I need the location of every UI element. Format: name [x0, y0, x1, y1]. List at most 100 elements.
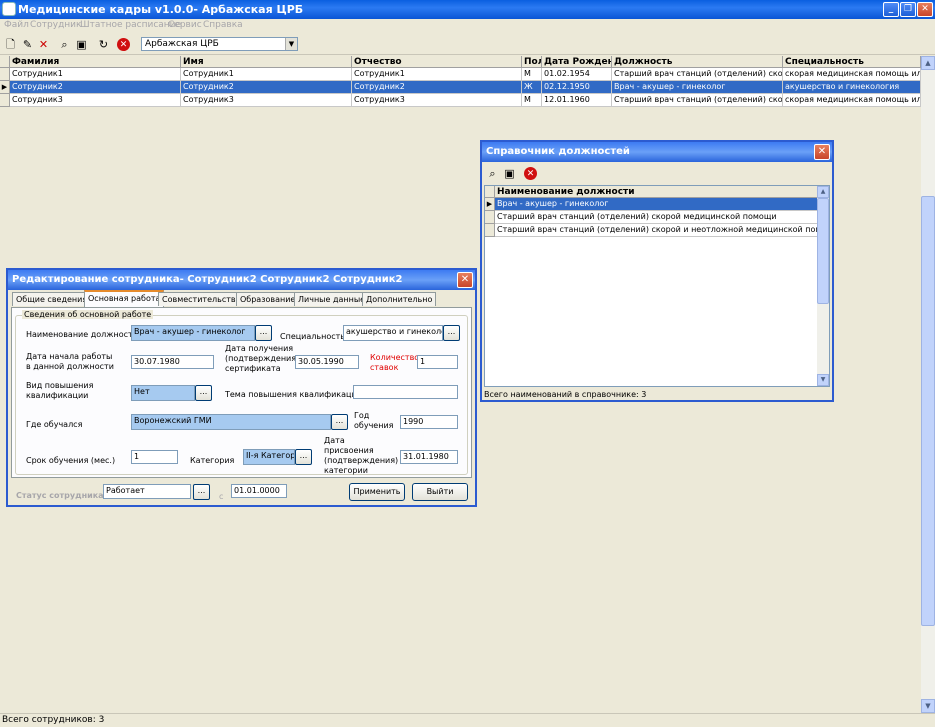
table-cell[interactable]: Старший врач станций (отделений) скорой …	[612, 68, 783, 81]
cert-date-field[interactable]: 30.05.1990	[295, 355, 359, 369]
since-field[interactable]: 01.01.0000	[231, 484, 287, 498]
edit-doc-icon[interactable]: ✎	[19, 36, 36, 53]
column-header[interactable]: Отчество	[352, 56, 522, 68]
table-cell[interactable]: М	[522, 68, 542, 81]
table-cell[interactable]: Сотрудник3	[10, 94, 181, 107]
scroll-up-icon[interactable]: ▲	[921, 56, 935, 70]
search-icon[interactable]: ⌕	[484, 165, 501, 182]
table-cell[interactable]: скорая медицинская помощь или	[783, 94, 921, 107]
specialty-lookup-button[interactable]: ...	[443, 325, 460, 341]
menu-file[interactable]: Файл	[4, 20, 29, 30]
table-cell[interactable]: Старший врач станций (отделений) скорой …	[612, 94, 783, 107]
scroll-up-icon[interactable]: ▲	[817, 186, 829, 198]
filter-icon[interactable]: ▣	[501, 165, 518, 182]
stop-icon[interactable]: ✕	[117, 38, 130, 51]
grid-scrollbar[interactable]: ▲ ▼	[921, 56, 935, 713]
row-indicator[interactable]	[485, 211, 495, 224]
close-icon[interactable]: ✕	[917, 2, 933, 17]
table-cell[interactable]: Сотрудник2	[352, 81, 522, 94]
tab-part-time[interactable]: Совместительство	[158, 292, 245, 306]
specialty-label: Специальность	[280, 332, 346, 341]
row-pointer-icon[interactable]: ▶	[485, 198, 495, 211]
column-header[interactable]: Пол	[522, 56, 542, 68]
column-header[interactable]: Дата Рождения	[542, 56, 612, 68]
table-cell[interactable]: М	[522, 94, 542, 107]
study-term-field[interactable]: 1	[131, 450, 178, 464]
delete-icon[interactable]: ✕	[35, 36, 52, 53]
qual-type-field[interactable]: Нет	[131, 385, 195, 401]
category-lookup-button[interactable]: ...	[295, 449, 312, 465]
table-cell[interactable]: скорая медицинская помощь или	[783, 68, 921, 81]
column-header[interactable]: Наименование должности	[495, 186, 819, 198]
qual-type-lookup-button[interactable]: ...	[195, 385, 212, 401]
list-item[interactable]: Старший врач станций (отделений) скорой …	[495, 224, 819, 237]
minimize-icon[interactable]: _	[883, 2, 899, 17]
list-scrollbar[interactable]: ▲ ▼	[817, 186, 829, 386]
table-cell[interactable]: Сотрудник2	[10, 81, 181, 94]
table-cell[interactable]: Сотрудник3	[181, 94, 352, 107]
post-label: Наименование должности	[26, 330, 138, 339]
tab-general[interactable]: Общие сведения	[12, 292, 92, 306]
new-doc-icon[interactable]: 🗋	[2, 36, 19, 53]
restore-icon[interactable]: ❐	[900, 2, 916, 17]
table-cell[interactable]: Сотрудник2	[181, 81, 352, 94]
table-cell[interactable]: Ж	[522, 81, 542, 94]
row-indicator[interactable]	[0, 68, 10, 81]
column-header[interactable]: Специальность	[783, 56, 921, 68]
column-header[interactable]: Фамилия	[10, 56, 181, 68]
exit-button[interactable]: Выйти	[412, 483, 468, 501]
column-header[interactable]: Должность	[612, 56, 783, 68]
row-pointer-icon[interactable]: ▶	[0, 81, 10, 94]
table-cell[interactable]: акушерство и гинекология	[783, 81, 921, 94]
table-cell[interactable]: 02.12.1950	[542, 81, 612, 94]
refresh-icon[interactable]: ↻	[95, 36, 112, 53]
filter-icon[interactable]: ▣	[73, 36, 90, 53]
menu-service[interactable]: Сервис	[168, 20, 202, 30]
close-icon[interactable]: ✕	[814, 144, 830, 160]
menu-staffing[interactable]: Штатное расписание	[80, 20, 181, 30]
post-lookup-button[interactable]: ...	[255, 325, 272, 341]
list-item[interactable]: Старший врач станций (отделений) скорой …	[495, 211, 819, 224]
tab-additional[interactable]: Дополнительно	[362, 292, 437, 306]
table-cell[interactable]: 12.01.1960	[542, 94, 612, 107]
scroll-down-icon[interactable]: ▼	[817, 374, 829, 386]
column-header[interactable]: Имя	[181, 56, 352, 68]
study-year-field[interactable]: 1990	[400, 415, 458, 429]
organization-select[interactable]: Арбажская ЦРБ ▼	[141, 37, 298, 51]
status-field[interactable]: Работает	[103, 484, 191, 499]
studied-field[interactable]: Воронежский ГМИ	[131, 414, 331, 430]
scroll-thumb[interactable]	[817, 198, 829, 304]
list-item[interactable]: Врач - акушер - гинеколог	[495, 198, 819, 211]
table-cell[interactable]: Сотрудник1	[181, 68, 352, 81]
scroll-down-icon[interactable]: ▼	[921, 699, 935, 713]
row-indicator[interactable]	[485, 224, 495, 237]
close-icon[interactable]: ✕	[457, 272, 473, 288]
menu-employee[interactable]: Сотрудник	[30, 20, 81, 30]
rates-field[interactable]: 1	[417, 355, 458, 369]
start-date-field[interactable]: 30.07.1980	[131, 355, 214, 369]
category-field[interactable]: II-я Категори	[243, 449, 295, 465]
scroll-thumb[interactable]	[921, 196, 935, 626]
specialty-field[interactable]: акушерство и гинеколог	[343, 325, 443, 341]
search-icon[interactable]: ⌕	[56, 36, 73, 53]
qual-topic-field[interactable]	[353, 385, 458, 399]
table-cell[interactable]: Врач - акушер - гинеколог	[612, 81, 783, 94]
tab-personal[interactable]: Личные данные	[294, 292, 370, 306]
table-cell[interactable]: Сотрудник1	[352, 68, 522, 81]
tab-main-work[interactable]: Основная работа	[84, 290, 165, 307]
row-indicator[interactable]	[0, 94, 10, 107]
post-field[interactable]: Врач - акушер - гинеколог	[131, 325, 255, 341]
since-label: с	[219, 492, 224, 501]
menu-help[interactable]: Справка	[203, 20, 243, 30]
chevron-down-icon[interactable]: ▼	[285, 38, 297, 50]
table-cell[interactable]: Сотрудник1	[10, 68, 181, 81]
table-cell[interactable]: 01.02.1954	[542, 68, 612, 81]
status-lookup-button[interactable]: ...	[193, 484, 210, 500]
studied-lookup-button[interactable]: ...	[331, 414, 348, 430]
posts-list[interactable]: Наименование должности ▶ Врач - акушер -…	[484, 185, 830, 387]
category-date-field[interactable]: 31.01.1980	[400, 450, 458, 464]
apply-button[interactable]: Применить	[349, 483, 405, 501]
tab-education[interactable]: Образование	[236, 292, 300, 306]
stop-icon[interactable]: ✕	[524, 167, 537, 180]
table-cell[interactable]: Сотрудник3	[352, 94, 522, 107]
